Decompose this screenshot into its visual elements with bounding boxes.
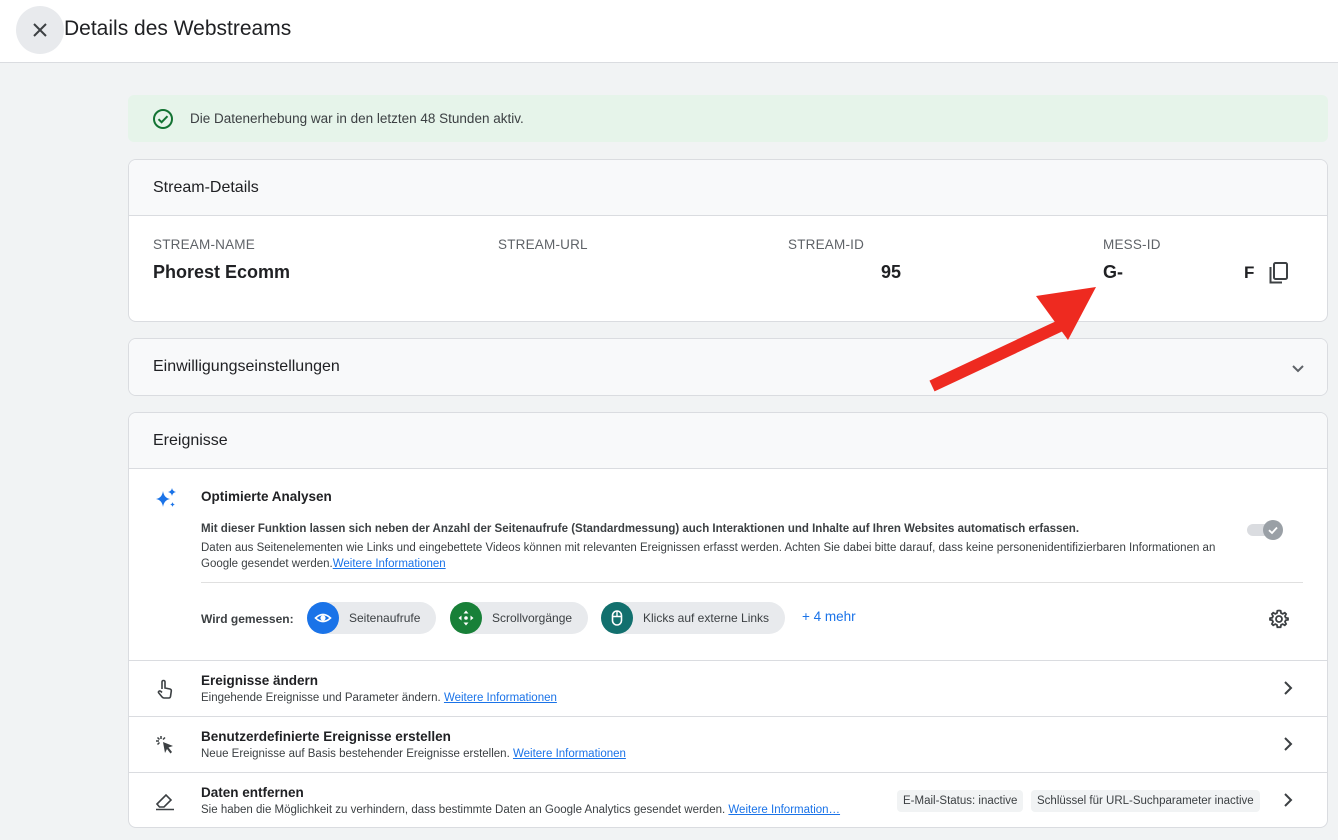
chip-outbound-clicks-label: Klicks auf externe Links — [643, 611, 770, 625]
copy-icon[interactable] — [1267, 260, 1291, 286]
stream-details-title: Stream-Details — [129, 160, 1327, 216]
email-status-badge: E-Mail-Status: inactive — [897, 790, 1024, 812]
toggle-knob — [1263, 520, 1283, 540]
sparkle-icon — [156, 488, 176, 507]
enhanced-measurement-description: Daten aus Seitenelementen wie Links und … — [201, 540, 1241, 572]
create-custom-events-learn-more-link[interactable]: Weitere Informationen — [513, 748, 626, 760]
chevron-right-icon[interactable] — [1279, 735, 1297, 753]
data-removal-learn-more-link[interactable]: Weitere Information… — [728, 804, 840, 816]
stream-url-label: STREAM-URL — [498, 237, 588, 252]
status-banner: Die Datenerhebung war in den letzten 48 … — [128, 95, 1328, 142]
more-events-link[interactable]: + 4 mehr — [802, 609, 856, 624]
enhanced-measurement-toggle[interactable] — [1247, 518, 1285, 540]
measured-label: Wird gemessen: — [201, 612, 294, 626]
chip-outbound-clicks[interactable]: Klicks auf externe Links — [601, 602, 786, 634]
enhanced-measurement-title: Optimierte Analysen — [201, 489, 332, 504]
close-button[interactable] — [16, 6, 64, 54]
data-removal-row[interactable]: Daten entfernen Sie haben die Möglichkei… — [129, 772, 1327, 827]
stream-details-card: Stream-Details STREAM-NAME Phorest Ecomm… — [128, 159, 1328, 322]
measurement-id-field: MESS-ID G- — [1103, 237, 1161, 283]
measurement-id-label: MESS-ID — [1103, 237, 1161, 252]
mouse-icon — [601, 602, 633, 634]
check-circle-icon — [153, 108, 173, 129]
measurement-id-suffix: F — [1244, 263, 1255, 282]
touch-icon — [157, 679, 173, 699]
status-banner-text: Die Datenerhebung war in den letzten 48 … — [190, 111, 524, 126]
stream-id-value: 95 — [881, 262, 902, 282]
consent-settings-header[interactable]: Einwilligungseinstellungen — [129, 339, 1327, 395]
modify-events-row[interactable]: Ereignisse ändern Eingehende Ereignisse … — [129, 660, 1327, 716]
eraser-icon — [155, 793, 174, 811]
modify-events-learn-more-link[interactable]: Weitere Informationen — [444, 692, 557, 704]
measurement-id-value[interactable]: G- — [1103, 262, 1161, 283]
stream-id-label: STREAM-ID — [788, 237, 865, 252]
divider — [201, 582, 1303, 583]
data-removal-description-text: Sie haben die Möglichkeit zu verhindern,… — [201, 804, 726, 816]
modify-events-description: Eingehende Ereignisse und Parameter ände… — [201, 692, 557, 704]
stream-name-label: STREAM-NAME — [153, 237, 255, 252]
events-title: Ereignisse — [129, 413, 1327, 469]
chip-scrolls[interactable]: Scrollvorgänge — [450, 602, 589, 634]
eye-icon — [307, 602, 339, 634]
top-bar: Details des Webstreams — [0, 0, 1338, 63]
measurement-id-suffix-field: F — [1244, 263, 1254, 283]
events-card: Ereignisse Optimierte Analysen Mit diese… — [128, 412, 1328, 828]
url-param-status-badge: Schlüssel für URL-Suchparameter inactive — [1031, 790, 1260, 812]
stream-name-field: STREAM-NAME Phorest Ecomm — [153, 237, 290, 283]
create-custom-events-row[interactable]: Benutzerdefinierte Ereignisse erstellen … — [129, 716, 1327, 772]
enhanced-measurement-section: Optimierte Analysen Mit dieser Funktion … — [129, 470, 1327, 660]
create-custom-events-title: Benutzerdefinierte Ereignisse erstellen — [201, 729, 451, 744]
chip-page-views-label: Seitenaufrufe — [349, 611, 421, 625]
chevron-right-icon[interactable] — [1279, 791, 1297, 809]
data-removal-description: Sie haben die Möglichkeit zu verhindern,… — [201, 804, 891, 816]
create-custom-events-description-text: Neue Ereignisse auf Basis bestehender Er… — [201, 748, 510, 760]
scroll-icon — [450, 602, 482, 634]
chip-page-views[interactable]: Seitenaufrufe — [307, 602, 437, 634]
consent-settings-title: Einwilligungseinstellungen — [153, 358, 340, 375]
check-icon — [1268, 526, 1278, 535]
stream-url-field: STREAM-URL — [498, 237, 588, 252]
create-custom-events-description: Neue Ereignisse auf Basis bestehender Er… — [201, 748, 626, 760]
stream-id-field: STREAM-ID 95 — [788, 237, 901, 283]
data-removal-title: Daten entfernen — [201, 785, 304, 800]
page-title: Details des Webstreams — [64, 17, 292, 40]
modify-events-title: Ereignisse ändern — [201, 673, 319, 688]
modify-events-description-text: Eingehende Ereignisse und Parameter ände… — [201, 692, 441, 704]
chevron-right-icon[interactable] — [1279, 679, 1297, 697]
enhanced-learn-more-link[interactable]: Weitere Informationen — [333, 558, 446, 570]
consent-settings-card[interactable]: Einwilligungseinstellungen — [128, 338, 1328, 396]
cursor-click-icon — [156, 736, 173, 754]
gear-icon[interactable] — [1268, 608, 1290, 630]
chevron-down-icon[interactable] — [1289, 359, 1307, 377]
chip-scrolls-label: Scrollvorgänge — [492, 611, 573, 625]
stream-name-value: Phorest Ecomm — [153, 262, 291, 282]
close-icon — [33, 23, 47, 37]
enhanced-measurement-description-bold: Mit dieser Funktion lassen sich neben de… — [201, 523, 1080, 535]
